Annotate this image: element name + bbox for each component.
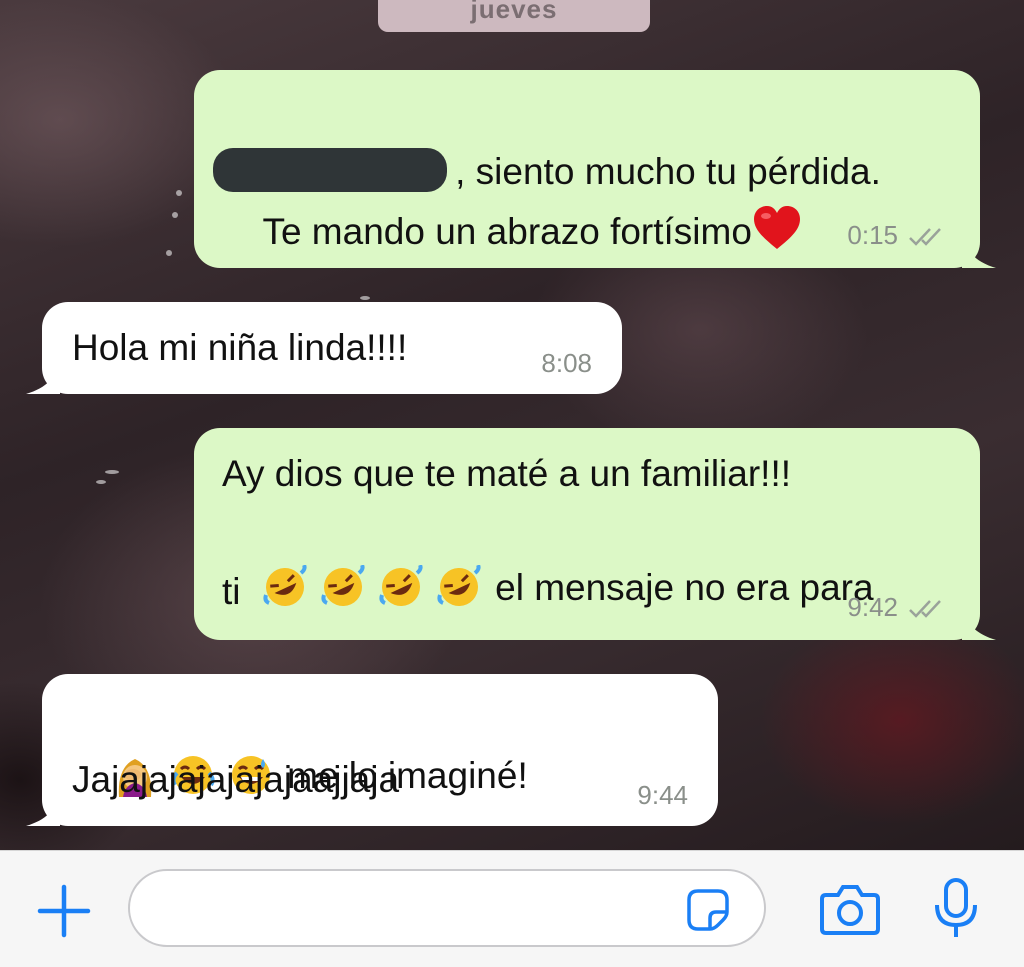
message-text: Ay dios que te maté a un familiar!!! [222,453,792,494]
double-check-icon [909,600,941,618]
message-text: Jajajajajajajajaajjaja [72,759,400,800]
message-bubble-incoming[interactable]: Hola mi niña linda!!!! 8:08 [26,302,622,394]
red-heart-icon [753,206,800,250]
bubble-tail [962,234,996,268]
double-check-icon [909,228,941,246]
message-meta: 9:42 [847,592,946,622]
message-bubble-incoming[interactable]: me lo imaginé! Jajajajajajajajaajjaja 9:… [26,674,718,826]
message-meta: 0:15 [847,220,946,250]
background-glint [96,480,106,484]
plus-icon[interactable] [36,883,92,939]
rofl-emoji-icon [437,565,481,607]
message-line: Te mando un abrazo fortísimo [222,148,802,316]
rofl-emoji-icon [263,565,307,607]
bubble-tail [26,792,60,826]
message-text: ti [222,571,241,612]
background-glint [105,470,119,474]
message-bubble-outgoing[interactable]: , siento mucho tu pérdida. Te mando un a… [194,70,996,268]
message-text: Hola mi niña linda!!!! [72,327,408,368]
message-time: 8:08 [541,348,592,378]
bubble-tail [962,606,996,640]
message-bubble-outgoing[interactable]: Ay dios que te maté a un familiar!!! el … [194,428,996,640]
message-time: 0:15 [847,220,898,250]
message-composer [0,850,1024,967]
rofl-emoji-icon [321,565,365,607]
bubble-tail [26,360,60,394]
rofl-emoji-icon [379,565,423,607]
message-input[interactable] [128,869,766,947]
message-line: el mensaje no era para [222,504,874,672]
message-text: el mensaje no era para [495,567,874,608]
camera-icon[interactable] [818,881,882,937]
message-time: 9:42 [847,592,898,622]
microphone-icon[interactable] [930,877,982,941]
message-text: Te mando un abrazo fortísimo [262,211,752,252]
date-separator: jueves [378,0,650,32]
message-time: 9:44 [637,780,688,810]
sticker-icon[interactable] [686,888,730,932]
